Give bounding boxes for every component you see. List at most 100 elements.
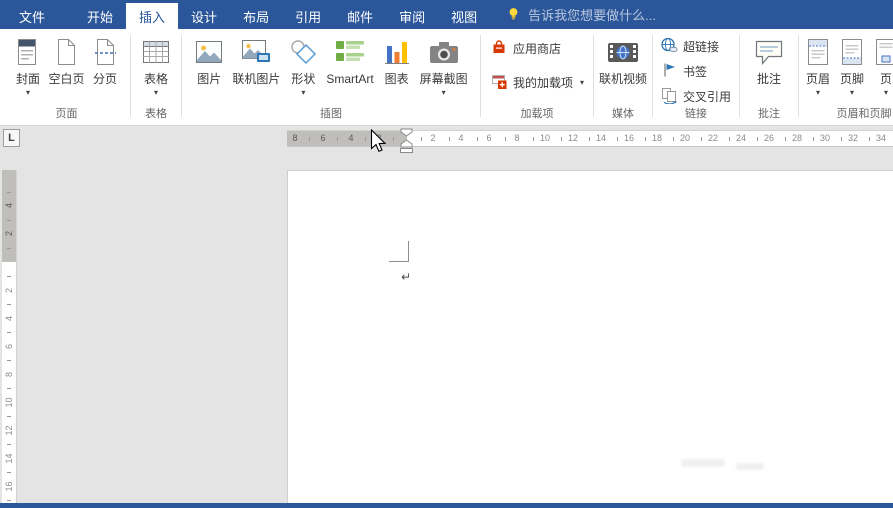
ribbon-group-header-footer: 页眉 ▾ 页脚 ▾ 页 ▾ 页眉和页脚 — [799, 29, 893, 125]
pictures-icon — [194, 34, 224, 70]
hanging-indent-marker[interactable] — [400, 139, 413, 148]
button-label: 书签 — [683, 63, 707, 80]
artifact-smudge — [681, 459, 725, 467]
button-label: 图表 — [385, 72, 409, 87]
button-label: 超链接 — [683, 38, 719, 55]
document-page[interactable]: ↵ — [287, 170, 893, 503]
header-icon — [805, 34, 831, 70]
ribbon-group-media: 联机视频 媒体 — [594, 29, 652, 125]
tell-me-box[interactable]: 告诉我您想要做什么... — [506, 0, 656, 29]
group-label-pages: 页面 — [3, 107, 130, 125]
bookmark-button[interactable]: 书签 — [658, 61, 709, 82]
ribbon-group-comments: 批注 批注 — [740, 29, 798, 125]
vertical-ruler[interactable]: 4 2 2 4 6 8 10 12 14 16 — [2, 170, 17, 503]
ribbon-group-tables: 表格 ▾ 表格 — [131, 29, 181, 125]
group-label-tables: 表格 — [131, 107, 181, 125]
dropdown-arrow-icon: ▾ — [850, 88, 854, 97]
shapes-button[interactable]: 形状 ▾ — [284, 33, 322, 98]
online-pictures-icon — [240, 34, 272, 70]
button-label: 图片 — [197, 72, 221, 87]
text-boundary-mark — [408, 241, 409, 261]
chart-button[interactable]: 图表 — [378, 33, 416, 88]
button-label: 我的加载项 — [513, 74, 573, 91]
status-bar — [0, 503, 893, 508]
bookmark-icon — [660, 61, 678, 82]
group-label-media: 媒体 — [594, 107, 652, 125]
hyperlink-button[interactable]: 超链接 — [658, 36, 721, 57]
button-label: 屏幕截图 — [420, 72, 468, 87]
tell-me-label: 告诉我您想要做什么... — [528, 5, 656, 24]
button-label: 批注 — [757, 72, 781, 87]
comment-button[interactable]: 批注 — [749, 33, 789, 88]
group-label-comments: 批注 — [740, 107, 798, 125]
button-label: 应用商店 — [513, 40, 561, 57]
document-workspace: L 8 6 4 2 2 4 6 8 10 12 14 16 18 20 22 2… — [0, 126, 893, 503]
footer-button[interactable]: 页脚 ▾ — [835, 33, 869, 98]
cross-reference-button[interactable]: 交叉引用 — [658, 86, 733, 107]
ruler-ticks — [7, 276, 11, 503]
tab-stop-selector[interactable]: L — [3, 129, 20, 147]
store-icon — [490, 38, 508, 59]
store-button[interactable]: 应用商店 — [488, 38, 563, 59]
paragraph-mark: ↵ — [401, 270, 411, 284]
button-label: 页 — [880, 72, 892, 87]
page-number-button[interactable]: 页 ▾ — [869, 33, 893, 98]
ruler-ticks — [421, 137, 893, 141]
cover-page-button[interactable]: 封面 ▾ — [11, 33, 44, 98]
button-label: 联机图片 — [232, 72, 280, 87]
tab-view[interactable]: 视图 — [438, 3, 490, 29]
header-button[interactable]: 页眉 ▾ — [801, 33, 835, 98]
ribbon-group-addins: 应用商店 我的加载项 ▾ 加载项 — [481, 29, 593, 125]
online-video-button[interactable]: 联机视频 — [595, 33, 651, 88]
online-pictures-button[interactable]: 联机图片 — [228, 33, 284, 88]
ribbon-group-links: 超链接 书签 交叉引用 链接 — [653, 29, 739, 125]
button-label: 封面 — [16, 72, 40, 87]
button-label: SmartArt — [326, 72, 373, 87]
tab-mailings[interactable]: 邮件 — [334, 3, 386, 29]
screenshot-icon — [428, 34, 460, 70]
ruler-number: 8 — [292, 131, 297, 146]
ribbon-tab-bar: 文件 开始 插入 设计 布局 引用 邮件 审阅 视图 告诉我您想要做什么... — [0, 0, 893, 29]
tab-insert[interactable]: 插入 — [126, 3, 178, 29]
tab-home[interactable]: 开始 — [74, 3, 126, 29]
screenshot-button[interactable]: 屏幕截图 ▾ — [416, 33, 472, 98]
dropdown-arrow-icon: ▾ — [154, 88, 158, 97]
dropdown-arrow-icon: ▾ — [442, 88, 446, 97]
tab-selector-label: L — [8, 132, 15, 144]
artifact-smudge — [736, 463, 764, 470]
online-video-icon — [606, 34, 640, 70]
page-break-button[interactable]: 分页 — [89, 33, 122, 88]
group-label-addins: 加载项 — [481, 107, 593, 125]
pictures-button[interactable]: 图片 — [190, 33, 228, 88]
table-icon — [141, 34, 171, 70]
button-label: 分页 — [93, 72, 117, 87]
tab-layout[interactable]: 布局 — [230, 3, 282, 29]
first-line-indent-marker[interactable] — [400, 128, 413, 137]
button-label: 表格 — [144, 72, 168, 87]
tab-references[interactable]: 引用 — [282, 3, 334, 29]
dropdown-arrow-icon: ▾ — [301, 88, 305, 97]
ruler-ticks — [7, 192, 11, 263]
dropdown-arrow-icon: ▾ — [816, 88, 820, 97]
ribbon-group-illustrations: 图片 联机图片 形状 ▾ SmartArt 图表 屏幕截图 — [182, 29, 480, 125]
cover-page-icon — [15, 34, 40, 70]
page-break-icon — [93, 34, 118, 70]
chart-icon — [382, 34, 412, 70]
tab-design[interactable]: 设计 — [178, 3, 230, 29]
comment-icon — [753, 34, 785, 70]
my-addins-button[interactable]: 我的加载项 ▾ — [488, 72, 586, 93]
mouse-cursor — [370, 129, 386, 153]
smartart-button[interactable]: SmartArt — [322, 33, 377, 88]
lightbulb-icon — [506, 6, 521, 24]
table-button[interactable]: 表格 ▾ — [137, 33, 175, 98]
button-label: 交叉引用 — [683, 88, 731, 105]
ribbon-group-pages: 封面 ▾ 空白页 分页 页面 — [3, 29, 130, 125]
button-label: 空白页 — [48, 72, 84, 87]
blank-page-button[interactable]: 空白页 — [44, 33, 88, 88]
left-indent-marker[interactable] — [400, 148, 413, 153]
text-boundary-mark — [389, 261, 409, 262]
tab-file[interactable]: 文件 — [6, 3, 58, 29]
page-number-icon — [873, 34, 893, 70]
button-label: 形状 — [291, 72, 315, 87]
tab-review[interactable]: 审阅 — [386, 3, 438, 29]
